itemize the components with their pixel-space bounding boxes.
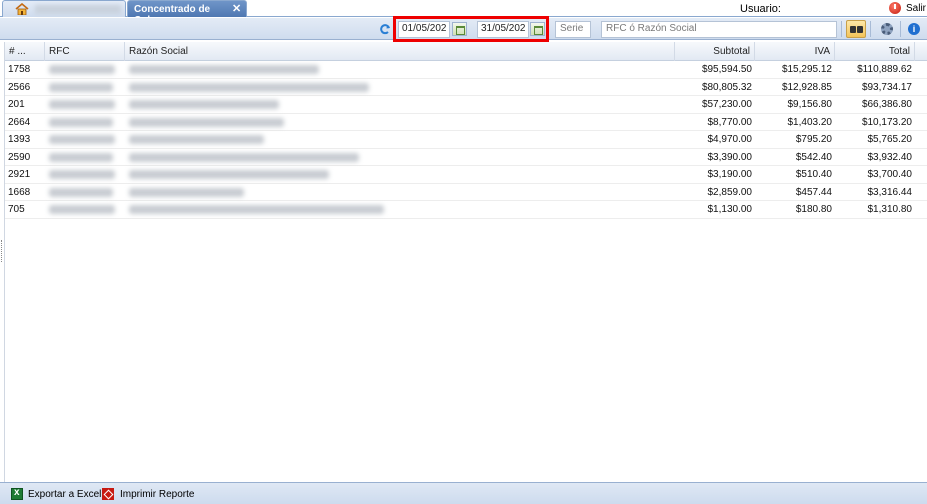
- rfc-redacted: [49, 82, 113, 92]
- row-number: 2921: [8, 169, 31, 180]
- export-excel-button[interactable]: Exportar a Excel: [28, 489, 101, 500]
- results-grid: # ... RFC Razón Social Subtotal IVA Tota…: [4, 42, 927, 482]
- razon-social-redacted: [129, 135, 264, 144]
- gear-glyph: [881, 23, 893, 35]
- serie-input[interactable]: Serie: [555, 21, 591, 38]
- rfc-redacted: [49, 152, 113, 162]
- row-number: 2664: [8, 116, 31, 128]
- table-row[interactable]: 2590 $3,390.00 $542.40 $3,932.40: [5, 149, 927, 166]
- subtotal-cell: $2,859.00: [707, 186, 753, 198]
- total-cell: $10,173.20: [861, 116, 912, 128]
- total-cell: $3,316.44: [867, 186, 913, 198]
- rfc-redacted: [49, 100, 115, 109]
- toolbar-separator: [841, 21, 842, 37]
- total-cell: $3,932.40: [867, 151, 913, 163]
- home-icon: [15, 3, 29, 15]
- rfc-search-input[interactable]: RFC ó Razón Social: [601, 21, 837, 38]
- subtotal-cell: $8,770.00: [707, 116, 753, 128]
- total-cell: $5,765.20: [867, 134, 913, 145]
- column-header-iva[interactable]: IVA: [755, 42, 835, 61]
- total-cell: $93,734.17: [861, 81, 912, 93]
- razon-social-redacted: [129, 170, 329, 179]
- pdf-icon[interactable]: [102, 488, 114, 500]
- table-row[interactable]: 1758 $95,594.50 $15,295.12 $110,889.62: [5, 61, 927, 79]
- iva-cell: $12,928.85: [781, 81, 832, 93]
- iva-cell: $1,403.20: [787, 116, 833, 128]
- iva-cell: $180.80: [795, 204, 832, 215]
- tab-home[interactable]: [2, 0, 126, 17]
- razon-social-redacted: [129, 205, 384, 214]
- rfc-redacted: [49, 205, 115, 214]
- logout-link[interactable]: Salir: [906, 3, 926, 14]
- excel-icon[interactable]: [11, 487, 23, 500]
- column-header-razon-social[interactable]: Razón Social: [125, 42, 675, 61]
- table-row[interactable]: 1393 $4,970.00 $795.20 $5,765.20: [5, 131, 927, 149]
- table-row[interactable]: 705 $1,130.00 $180.80 $1,310.80: [5, 201, 927, 219]
- razon-social-redacted: [129, 100, 279, 109]
- iva-cell: $795.20: [795, 134, 832, 145]
- razon-social-redacted: [129, 82, 369, 92]
- close-tab-icon[interactable]: ✕: [232, 2, 241, 15]
- row-number: 1393: [8, 134, 31, 145]
- power-icon[interactable]: [889, 2, 901, 14]
- iva-cell: $457.44: [795, 186, 832, 198]
- info-icon[interactable]: i: [905, 20, 925, 38]
- table-row[interactable]: 2921 $3,190.00 $510.40 $3,700.40: [5, 166, 927, 184]
- row-number: 2590: [8, 151, 31, 163]
- rfc-redacted: [49, 187, 113, 197]
- toolbar-separator: [870, 21, 871, 37]
- rfc-redacted: [49, 135, 115, 144]
- toolbar-separator: [900, 21, 901, 37]
- refresh-icon[interactable]: [379, 23, 391, 35]
- date-range-highlight: [393, 16, 549, 42]
- subtotal-cell: $57,230.00: [701, 99, 752, 110]
- subtotal-cell: $80,805.32: [701, 81, 752, 93]
- razon-social-redacted: [129, 65, 319, 74]
- row-number: 1668: [8, 186, 31, 198]
- row-number: 705: [8, 204, 25, 215]
- subtotal-cell: $4,970.00: [707, 134, 753, 145]
- rfc-redacted: [49, 170, 115, 179]
- rfc-redacted: [49, 65, 115, 74]
- razon-social-redacted: [129, 187, 244, 197]
- user-label: Usuario:: [740, 3, 781, 15]
- footer-bar: Exportar a Excel Imprimir Reporte: [0, 482, 927, 504]
- total-cell: $1,310.80: [867, 204, 913, 215]
- iva-cell: $9,156.80: [787, 99, 833, 110]
- iva-cell: $15,295.12: [781, 64, 832, 75]
- splitter-handle[interactable]: [1, 240, 3, 262]
- grid-header: # ... RFC Razón Social Subtotal IVA Tota…: [5, 42, 927, 61]
- subtotal-cell: $1,130.00: [707, 204, 753, 215]
- table-row[interactable]: 201 $57,230.00 $9,156.80 $66,386.80: [5, 96, 927, 114]
- column-header-number[interactable]: # ...: [5, 42, 45, 61]
- row-number: 201: [8, 99, 25, 110]
- gear-icon[interactable]: [877, 20, 897, 38]
- print-report-button[interactable]: Imprimir Reporte: [120, 489, 194, 500]
- total-cell: $110,889.62: [857, 64, 912, 75]
- column-header-subtotal[interactable]: Subtotal: [675, 42, 755, 61]
- column-header-rfc[interactable]: RFC: [45, 42, 125, 61]
- info-glyph: i: [908, 23, 920, 35]
- column-header-total[interactable]: Total: [835, 42, 915, 61]
- iva-cell: $510.40: [795, 169, 832, 180]
- home-tab-label: [35, 5, 121, 14]
- row-number: 2566: [8, 81, 31, 93]
- subtotal-cell: $95,594.50: [701, 64, 752, 75]
- total-cell: $3,700.40: [867, 169, 913, 180]
- subtotal-cell: $3,390.00: [707, 151, 753, 163]
- table-row[interactable]: 2566 $80,805.32 $12,928.85 $93,734.17: [5, 79, 927, 96]
- rfc-redacted: [49, 117, 113, 127]
- tab-concentrado-de-cobros[interactable]: Concentrado de Cobros ✕: [127, 0, 247, 26]
- row-number: 1758: [8, 64, 31, 75]
- razon-social-redacted: [129, 152, 359, 162]
- iva-cell: $542.40: [795, 151, 832, 163]
- table-row[interactable]: 1668 $2,859.00 $457.44 $3,316.44: [5, 184, 927, 201]
- top-bar: Concentrado de Cobros ✕ Usuario: Salir: [0, 0, 927, 26]
- binoculars-icon[interactable]: [846, 20, 866, 38]
- total-cell: $66,386.80: [861, 99, 912, 110]
- razon-social-redacted: [129, 117, 284, 127]
- table-row[interactable]: 2664 $8,770.00 $1,403.20 $10,173.20: [5, 114, 927, 131]
- subtotal-cell: $3,190.00: [707, 169, 753, 180]
